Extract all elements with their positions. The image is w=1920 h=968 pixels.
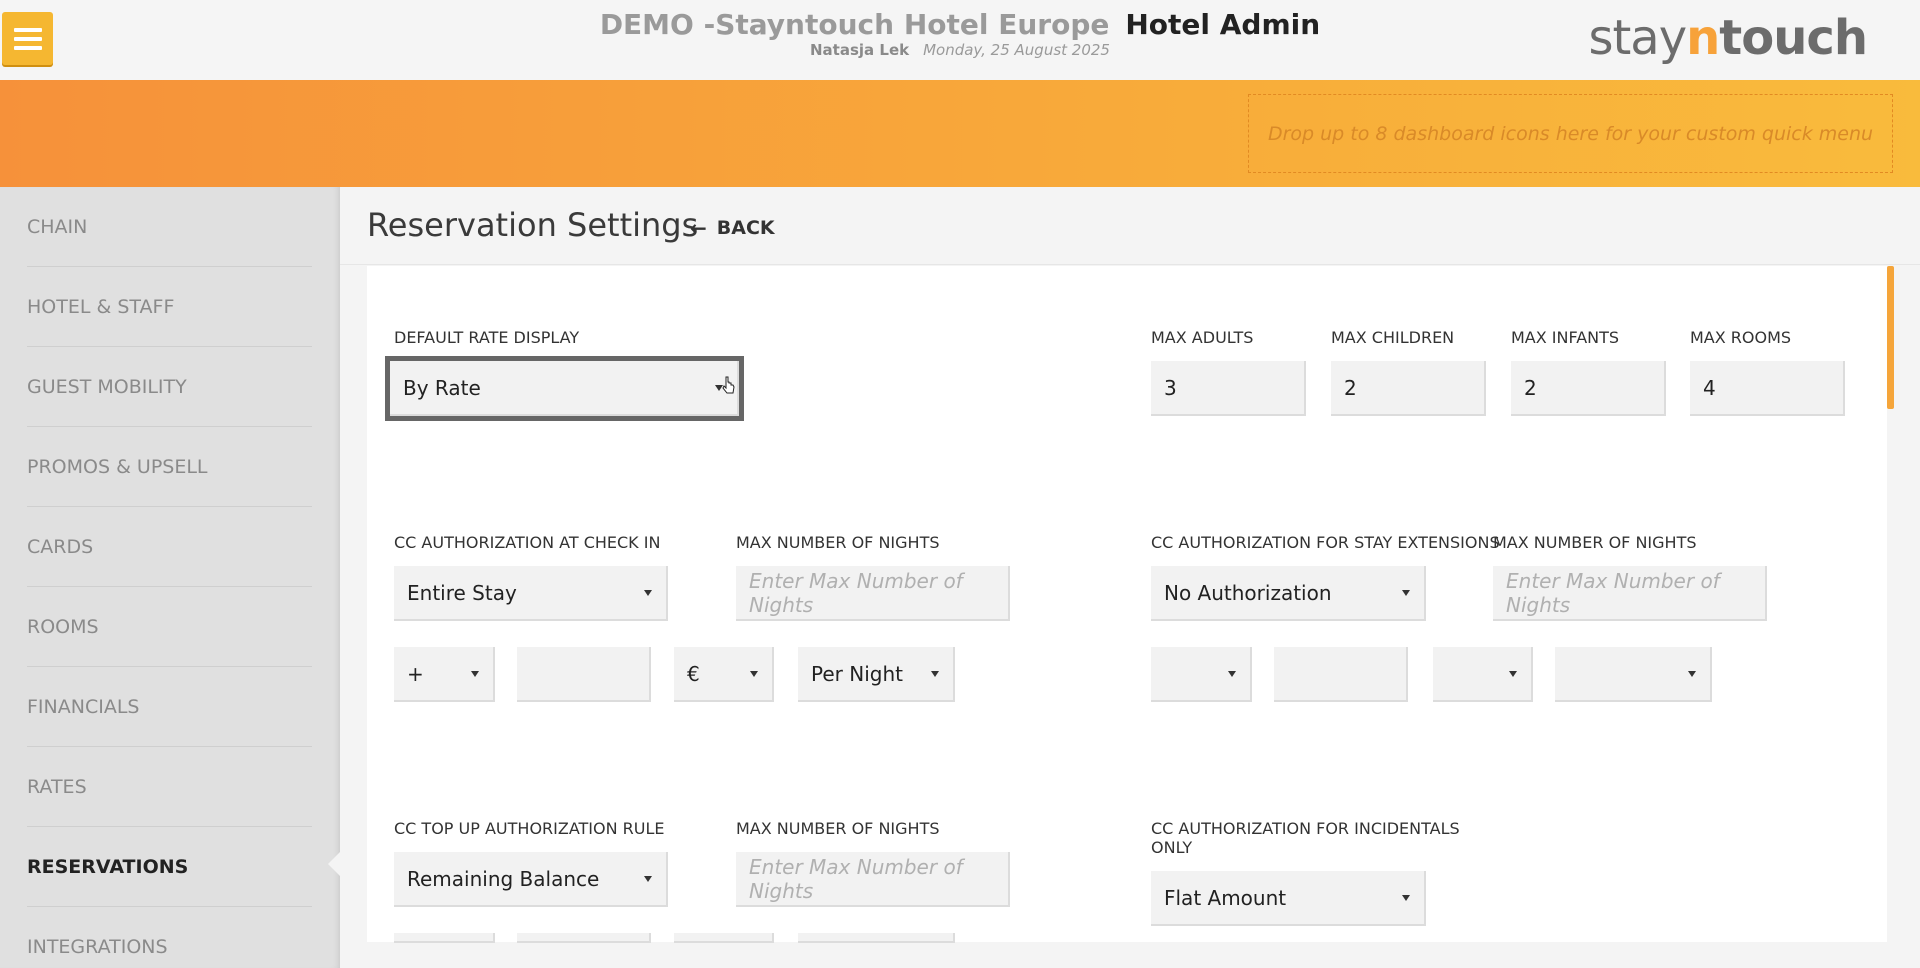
user-name: Natasja Lek xyxy=(810,41,910,59)
max-nights-2-label: MAX NUMBER OF NIGHTS xyxy=(1493,533,1697,552)
max-nights-1-input[interactable]: Enter Max Number of Nights xyxy=(736,566,1010,621)
max-infants-input[interactable]: 2 xyxy=(1511,361,1666,416)
max-infants-label: MAX INFANTS xyxy=(1511,328,1620,347)
sidebar-item-financials[interactable]: FINANCIALS xyxy=(27,667,312,747)
chevron-down-icon xyxy=(471,670,479,677)
sidebar-item-guest-mobility[interactable]: GUEST MOBILITY xyxy=(27,347,312,427)
sidebar-item-chain[interactable]: CHAIN xyxy=(27,187,312,267)
extension-currency-select[interactable] xyxy=(1433,647,1533,702)
chevron-down-icon xyxy=(1228,670,1236,677)
topup-period-select[interactable] xyxy=(798,933,955,943)
panel-scrollbar[interactable] xyxy=(1887,266,1894,409)
back-label: BACK xyxy=(716,217,775,239)
extension-amount-input[interactable] xyxy=(1274,647,1408,702)
max-children-input[interactable]: 2 xyxy=(1331,361,1486,416)
max-rooms-input[interactable]: 4 xyxy=(1690,361,1845,416)
back-button[interactable]: ← BACK xyxy=(690,216,775,240)
checkin-amount-input[interactable] xyxy=(517,647,651,702)
chevron-down-icon xyxy=(1688,670,1696,677)
quick-menu-dropzone[interactable]: Drop up to 8 dashboard icons here for yo… xyxy=(1248,94,1893,173)
checkin-period-select[interactable]: Per Night xyxy=(798,647,955,702)
cc-incidentals-label-line1: CC AUTHORIZATION FOR INCIDENTALS xyxy=(1151,819,1460,838)
cc-incidentals-select[interactable]: Flat Amount xyxy=(1151,871,1426,926)
topup-sign-select[interactable] xyxy=(394,933,495,943)
max-children-label: MAX CHILDREN xyxy=(1331,328,1455,347)
max-nights-3-label: MAX NUMBER OF NIGHTS xyxy=(736,819,940,838)
default-rate-display-select[interactable]: By Rate xyxy=(385,356,744,421)
mouse-pointer-icon xyxy=(722,376,735,394)
cc-auth-extensions-select[interactable]: No Authorization xyxy=(1151,566,1426,621)
extension-period-select[interactable] xyxy=(1555,647,1712,702)
chevron-down-icon xyxy=(644,875,652,882)
active-nav-pointer xyxy=(328,852,340,876)
sidebar-item-hotel-staff[interactable]: HOTEL & STAFF xyxy=(27,267,312,347)
sidebar-item-rates[interactable]: RATES xyxy=(27,747,312,827)
max-nights-2-input[interactable]: Enter Max Number of Nights xyxy=(1493,566,1767,621)
page-title: Reservation Settings xyxy=(367,206,699,244)
cc-auth-checkin-select[interactable]: Entire Stay xyxy=(394,566,668,621)
max-rooms-label: MAX ROOMS xyxy=(1690,328,1792,347)
orange-banner: Drop up to 8 dashboard icons here for yo… xyxy=(0,80,1920,187)
max-adults-label: MAX ADULTS xyxy=(1151,328,1254,347)
cc-topup-label: CC TOP UP AUTHORIZATION RULE xyxy=(394,819,665,838)
stayntouch-logo: stayntouch xyxy=(1588,10,1868,66)
topup-amount-input[interactable] xyxy=(517,933,651,943)
max-adults-input[interactable]: 3 xyxy=(1151,361,1306,416)
topup-currency-select[interactable] xyxy=(674,933,774,943)
current-date: Monday, 25 August 2025 xyxy=(923,41,1110,59)
cc-auth-checkin-label: CC AUTHORIZATION AT CHECK IN xyxy=(394,533,661,552)
checkin-currency-select[interactable]: € xyxy=(674,647,774,702)
sidebar-item-integrations[interactable]: INTEGRATIONS xyxy=(27,907,312,968)
chevron-down-icon xyxy=(750,670,758,677)
chevron-down-icon xyxy=(1402,589,1410,596)
max-nights-3-input[interactable]: Enter Max Number of Nights xyxy=(736,852,1010,907)
chevron-down-icon xyxy=(1509,670,1517,677)
arrow-left-icon: ← xyxy=(690,216,707,240)
sidebar-item-rooms[interactable]: ROOMS xyxy=(27,587,312,667)
max-nights-1-label: MAX NUMBER OF NIGHTS xyxy=(736,533,940,552)
chevron-down-icon xyxy=(644,589,652,596)
sidebar-item-promos-upsell[interactable]: PROMOS & UPSELL xyxy=(27,427,312,507)
chevron-down-icon xyxy=(931,670,939,677)
extension-sign-select[interactable] xyxy=(1151,647,1252,702)
default-rate-display-label: DEFAULT RATE DISPLAY xyxy=(394,328,580,347)
section-title: Hotel Admin xyxy=(1125,8,1321,41)
cc-incidentals-label-line2: ONLY xyxy=(1151,838,1193,857)
top-header: DEMO -Stayntouch Hotel Europe Hotel Admin… xyxy=(0,0,1920,80)
checkin-sign-select[interactable]: + xyxy=(394,647,495,702)
hotel-name: DEMO -Stayntouch Hotel Europe xyxy=(599,8,1110,41)
admin-sidebar: CHAIN HOTEL & STAFF GUEST MOBILITY PROMO… xyxy=(0,187,340,968)
chevron-down-icon xyxy=(1402,894,1410,901)
sidebar-item-reservations[interactable]: RESERVATIONS xyxy=(27,827,312,907)
sidebar-item-cards[interactable]: CARDS xyxy=(27,507,312,587)
header-divider xyxy=(340,264,1920,265)
cc-auth-extensions-label: CC AUTHORIZATION FOR STAY EXTENSIONS xyxy=(1151,533,1500,552)
cc-topup-select[interactable]: Remaining Balance xyxy=(394,852,668,907)
